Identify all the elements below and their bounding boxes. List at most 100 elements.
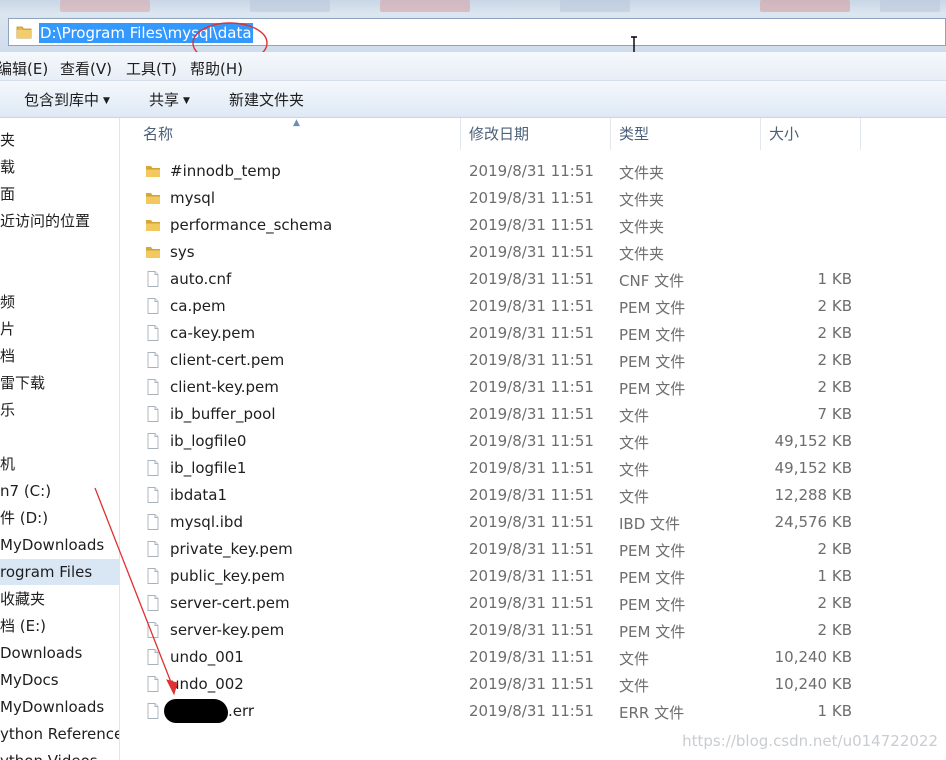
file-type: 文件 [619, 434, 650, 452]
file-row[interactable]: client-cert.pem 2019/8/31 11:51 PEM 文件 2 KB [120, 348, 946, 375]
file-type: 文件夹 [619, 218, 665, 236]
nav-item-label: 近访问的位置 [0, 212, 91, 230]
nav-item[interactable]: 夹 [0, 127, 119, 153]
menu-edit[interactable]: 编辑(E) [0, 58, 48, 79]
nav-item-selected[interactable]: rogram Files [0, 559, 119, 585]
file-size: 7 KB [817, 405, 852, 423]
file-row[interactable]: auto.cnf 2019/8/31 11:51 CNF 文件 1 KB [120, 267, 946, 294]
file-size: 10,240 KB [774, 675, 852, 693]
nav-item[interactable]: ython Reference [0, 721, 119, 747]
share-label: 共享 [149, 91, 180, 109]
file-row[interactable]: ib_buffer_pool 2019/8/31 11:51 文件 7 KB [120, 402, 946, 429]
watermark: https://blog.csdn.net/u014722022 [682, 732, 938, 750]
file-icon [144, 270, 162, 292]
nav-item[interactable]: ython Videos [0, 748, 119, 760]
nav-item-label: MyDocs [0, 671, 59, 689]
file-row[interactable]: .err 2019/8/31 11:51 ERR 文件 1 KB [120, 699, 946, 726]
file-row[interactable]: ib_logfile1 2019/8/31 11:51 文件 49,152 KB [120, 456, 946, 483]
file-type: PEM 文件 [619, 542, 686, 560]
file-name: server-cert.pem [170, 594, 290, 612]
file-date: 2019/8/31 11:51 [469, 594, 594, 612]
nav-item[interactable]: 档 (E:) [0, 613, 119, 639]
file-row[interactable]: #innodb_temp 2019/8/31 11:51 文件夹 [120, 159, 946, 186]
file-row[interactable]: ibdata1 2019/8/31 11:51 文件 12,288 KB [120, 483, 946, 510]
file-type: 文件 [619, 407, 650, 425]
file-size: 10,240 KB [774, 648, 852, 666]
nav-item-label: ython Reference [0, 725, 119, 743]
nav-item[interactable]: MyDownloads [0, 532, 119, 558]
nav-item[interactable]: 片 [0, 316, 119, 342]
nav-item[interactable]: 乐 [0, 397, 119, 423]
file-row[interactable]: performance_schema 2019/8/31 11:51 文件夹 [120, 213, 946, 240]
file-icon [144, 567, 162, 589]
nav-item[interactable]: MyDownloads [0, 694, 119, 720]
file-name: ib_logfile1 [170, 459, 247, 477]
file-size: 24,576 KB [774, 513, 852, 531]
file-row[interactable]: public_key.pem 2019/8/31 11:51 PEM 文件 1 KB [120, 564, 946, 591]
address-bar[interactable]: D:\Program Files\mysql\data [8, 18, 946, 46]
file-row[interactable]: undo_001 2019/8/31 11:51 文件 10,240 KB [120, 645, 946, 672]
share-button[interactable]: 共享 ▼ [149, 89, 190, 110]
include-in-library-button[interactable]: 包含到库中 ▼ [24, 89, 110, 110]
column-header-date[interactable]: 修改日期 [461, 118, 611, 150]
file-size: 2 KB [817, 621, 852, 639]
nav-item[interactable]: 件 (D:) [0, 505, 119, 531]
nav-item[interactable]: MyDocs [0, 667, 119, 693]
file-row[interactable]: ca-key.pem 2019/8/31 11:51 PEM 文件 2 KB [120, 321, 946, 348]
nav-item[interactable]: 载 [0, 154, 119, 180]
nav-item[interactable]: 档 [0, 343, 119, 369]
file-date: 2019/8/31 11:51 [469, 216, 594, 234]
menu-tools[interactable]: 工具(T) [126, 58, 177, 79]
nav-item[interactable]: 近访问的位置 [0, 208, 119, 234]
nav-item[interactable]: Downloads [0, 640, 119, 666]
file-icon [144, 459, 162, 481]
menu-help[interactable]: 帮助(H) [190, 58, 243, 79]
nav-item[interactable]: 频 [0, 289, 119, 315]
file-size: 2 KB [817, 351, 852, 369]
folder-icon [144, 162, 162, 184]
nav-item-label: 夹 [0, 131, 16, 149]
file-name: server-key.pem [170, 621, 285, 639]
nav-item[interactable]: 雷下载 [0, 370, 119, 396]
nav-item[interactable]: 收藏夹 [0, 586, 119, 612]
nav-item-label: Downloads [0, 644, 83, 662]
file-row[interactable]: ca.pem 2019/8/31 11:51 PEM 文件 2 KB [120, 294, 946, 321]
nav-item[interactable]: 面 [0, 181, 119, 207]
menu-bar: 编辑(E) 查看(V) 工具(T) 帮助(H) [0, 52, 946, 81]
nav-item-label: 片 [0, 320, 16, 338]
nav-item[interactable]: 机 [0, 451, 119, 477]
file-row[interactable]: client-key.pem 2019/8/31 11:51 PEM 文件 2 KB [120, 375, 946, 402]
file-row[interactable]: undo_002 2019/8/31 11:51 文件 10,240 KB [120, 672, 946, 699]
file-size: 2 KB [817, 378, 852, 396]
new-folder-button[interactable]: 新建文件夹 [229, 89, 304, 110]
folder-icon [144, 243, 162, 265]
redaction-mark [164, 699, 228, 723]
file-row[interactable]: mysql.ibd 2019/8/31 11:51 IBD 文件 24,576 KB [120, 510, 946, 537]
nav-item-label: 件 (D:) [0, 509, 49, 527]
background-tab [60, 0, 150, 12]
file-date: 2019/8/31 11:51 [469, 189, 594, 207]
nav-item[interactable]: n7 (C:) [0, 478, 119, 504]
file-name: client-cert.pem [170, 351, 285, 369]
file-date: 2019/8/31 11:51 [469, 675, 594, 693]
file-row[interactable]: server-key.pem 2019/8/31 11:51 PEM 文件 2 KB [120, 618, 946, 645]
include-in-library-label: 包含到库中 [24, 91, 100, 109]
nav-item-label: rogram Files [0, 563, 93, 581]
file-row[interactable]: mysql 2019/8/31 11:51 文件夹 [120, 186, 946, 213]
file-type: 文件夹 [619, 191, 665, 209]
file-name: ca-key.pem [170, 324, 256, 342]
chevron-down-icon: ▼ [183, 96, 190, 106]
column-header-size[interactable]: 大小 [761, 118, 861, 150]
file-icon [144, 378, 162, 400]
menu-view[interactable]: 查看(V) [60, 58, 112, 79]
column-header-type[interactable]: 类型 [611, 118, 761, 150]
file-icon [144, 702, 162, 724]
file-row[interactable]: private_key.pem 2019/8/31 11:51 PEM 文件 2 KB [120, 537, 946, 564]
file-row[interactable]: server-cert.pem 2019/8/31 11:51 PEM 文件 2 KB [120, 591, 946, 618]
file-date: 2019/8/31 11:51 [469, 702, 594, 720]
file-name: #innodb_temp [170, 162, 281, 180]
file-row[interactable]: sys 2019/8/31 11:51 文件夹 [120, 240, 946, 267]
nav-item-label: MyDownloads [0, 536, 105, 554]
folder-icon [144, 216, 162, 238]
file-row[interactable]: ib_logfile0 2019/8/31 11:51 文件 49,152 KB [120, 429, 946, 456]
